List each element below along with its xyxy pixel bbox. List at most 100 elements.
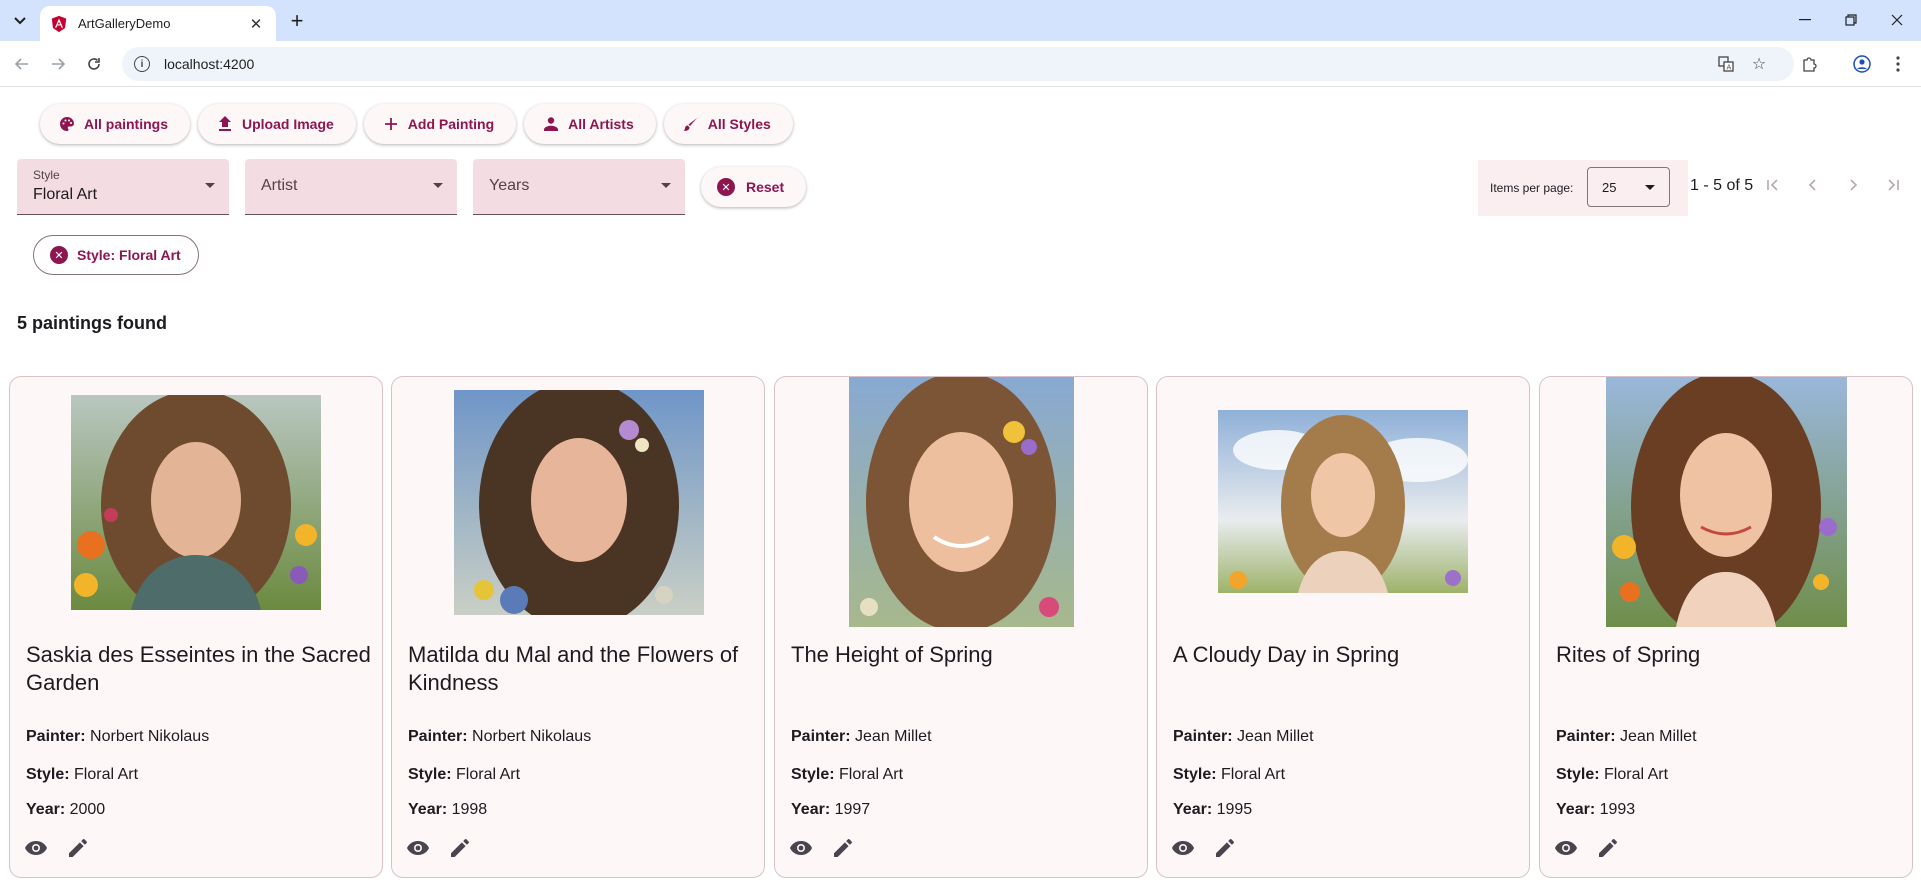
bookmark-star-icon[interactable]: ☆ — [1748, 53, 1770, 75]
remove-filter-icon[interactable]: ✕ — [50, 246, 68, 264]
year-label: Year: — [408, 801, 448, 818]
year-value: 1995 — [1216, 801, 1253, 818]
artist-select-label: Artist — [261, 177, 298, 194]
items-per-page-label: Items per page: — [1490, 181, 1574, 195]
year-label: Year: — [1556, 801, 1596, 818]
style-filter-chip[interactable]: ✕ Style: Floral Art — [33, 235, 199, 275]
view-eye-icon[interactable] — [1171, 836, 1195, 860]
painter-value: Norbert Nikolaus — [90, 728, 210, 745]
years-select-label: Years — [489, 177, 530, 194]
browser-tab[interactable]: ArtGalleryDemo ✕ — [40, 6, 276, 41]
paginator: Items per page: 25 — [1478, 160, 1688, 216]
painting-image[interactable] — [1606, 377, 1847, 627]
painting-title: A Cloudy Day in Spring — [1173, 642, 1400, 667]
nav-all-paintings-button[interactable]: All paintings — [40, 104, 190, 144]
painter-value: Jean Millet — [1620, 728, 1697, 745]
year-label: Year: — [26, 801, 66, 818]
nav-add-painting-label: Add Painting — [407, 116, 495, 132]
svg-text:A: A — [1727, 64, 1732, 72]
painting-year: Year: 1997 — [791, 801, 870, 819]
reset-button[interactable]: ✕ Reset — [701, 167, 807, 207]
nav-add-painting-button[interactable]: Add Painting — [363, 104, 517, 144]
tab-search-icon[interactable] — [8, 9, 32, 33]
view-eye-icon[interactable] — [789, 836, 813, 860]
card-actions — [1554, 836, 1620, 860]
painter-label: Painter: — [1173, 728, 1233, 745]
reload-icon[interactable] — [80, 50, 108, 78]
first-page-icon[interactable] — [1759, 171, 1787, 199]
style-label: Style: — [408, 766, 452, 783]
painting-image[interactable] — [71, 395, 321, 610]
painting-image[interactable] — [1218, 410, 1468, 593]
edit-pencil-icon[interactable] — [66, 836, 90, 860]
painter-value: Norbert Nikolaus — [472, 728, 592, 745]
artist-select[interactable]: Artist — [245, 159, 457, 215]
years-select[interactable]: Years — [473, 159, 685, 215]
person-icon — [542, 117, 560, 131]
edit-pencil-icon[interactable] — [1213, 836, 1237, 860]
address-bar[interactable]: i localhost:4200 — [122, 47, 1794, 81]
cancel-circle-icon: ✕ — [717, 178, 735, 196]
style-value: Floral Art — [74, 766, 139, 783]
painting-image[interactable] — [454, 390, 704, 615]
browser-toolbar: i localhost:4200 A ☆ — [0, 41, 1921, 87]
painting-card: Matilda du Mal and the Flowers of Kindne… — [391, 376, 765, 878]
browser-tab-bar: ArtGalleryDemo ✕ + — [0, 0, 1921, 41]
previous-page-icon[interactable] — [1799, 171, 1827, 199]
painting-title: Saskia des Esseintes in the Sacred Garde… — [26, 642, 371, 695]
minimize-icon[interactable] — [1782, 6, 1828, 34]
extensions-icon[interactable] — [1795, 50, 1823, 78]
style-select-label: Style — [33, 168, 60, 182]
edit-pencil-icon[interactable] — [831, 836, 855, 860]
nav-all-artists-label: All Artists — [568, 116, 634, 132]
year-value: 1997 — [834, 801, 871, 818]
card-actions — [406, 836, 472, 860]
painter-label: Painter: — [26, 728, 86, 745]
view-eye-icon[interactable] — [406, 836, 430, 860]
edit-pencil-icon[interactable] — [448, 836, 472, 860]
restore-icon[interactable] — [1828, 6, 1874, 34]
year-label: Year: — [791, 801, 831, 818]
style-select[interactable]: Style Floral Art — [17, 159, 229, 215]
card-actions — [24, 836, 90, 860]
tab-close-icon[interactable]: ✕ — [246, 15, 266, 33]
new-tab-icon[interactable]: + — [284, 8, 310, 34]
painting-painter: Painter: Norbert Nikolaus — [26, 728, 209, 746]
profile-icon[interactable] — [1848, 50, 1876, 78]
next-page-icon[interactable] — [1839, 171, 1867, 199]
angular-logo-icon — [51, 15, 67, 32]
style-filter-chip-label: Style: Floral Art — [77, 247, 181, 263]
view-eye-icon[interactable] — [24, 836, 48, 860]
site-info-icon[interactable]: i — [134, 56, 150, 72]
year-value: 1998 — [451, 801, 488, 818]
painting-style: Style: Floral Art — [408, 766, 520, 784]
painting-style: Style: Floral Art — [26, 766, 138, 784]
chevron-down-icon — [433, 183, 443, 188]
nav-all-artists-button[interactable]: All Artists — [524, 104, 656, 144]
back-icon[interactable] — [8, 50, 36, 78]
app-root: All paintings Upload Image Add Painting … — [0, 87, 1921, 889]
chevron-down-icon — [205, 183, 215, 188]
style-label: Style: — [1173, 766, 1217, 783]
brush-icon — [682, 117, 700, 132]
style-value: Floral Art — [839, 766, 904, 783]
nav-upload-image-label: Upload Image — [242, 116, 334, 132]
chevron-down-icon — [661, 183, 671, 188]
translate-icon[interactable]: A — [1715, 53, 1737, 75]
forward-icon[interactable] — [44, 50, 72, 78]
style-label: Style: — [791, 766, 835, 783]
year-value: 2000 — [69, 801, 106, 818]
browser-menu-icon[interactable] — [1884, 50, 1912, 78]
edit-pencil-icon[interactable] — [1596, 836, 1620, 860]
close-window-icon[interactable] — [1874, 6, 1920, 34]
view-eye-icon[interactable] — [1554, 836, 1578, 860]
style-select-value: Floral Art — [33, 186, 98, 203]
nav-all-paintings-label: All paintings — [84, 116, 168, 132]
nav-upload-image-button[interactable]: Upload Image — [198, 104, 356, 144]
page-size-select[interactable]: 25 — [1587, 167, 1670, 207]
nav-all-styles-button[interactable]: All Styles — [663, 104, 793, 144]
last-page-icon[interactable] — [1879, 171, 1907, 199]
year-label: Year: — [1173, 801, 1213, 818]
tab-title: ArtGalleryDemo — [78, 16, 171, 31]
painting-image[interactable] — [849, 377, 1074, 627]
